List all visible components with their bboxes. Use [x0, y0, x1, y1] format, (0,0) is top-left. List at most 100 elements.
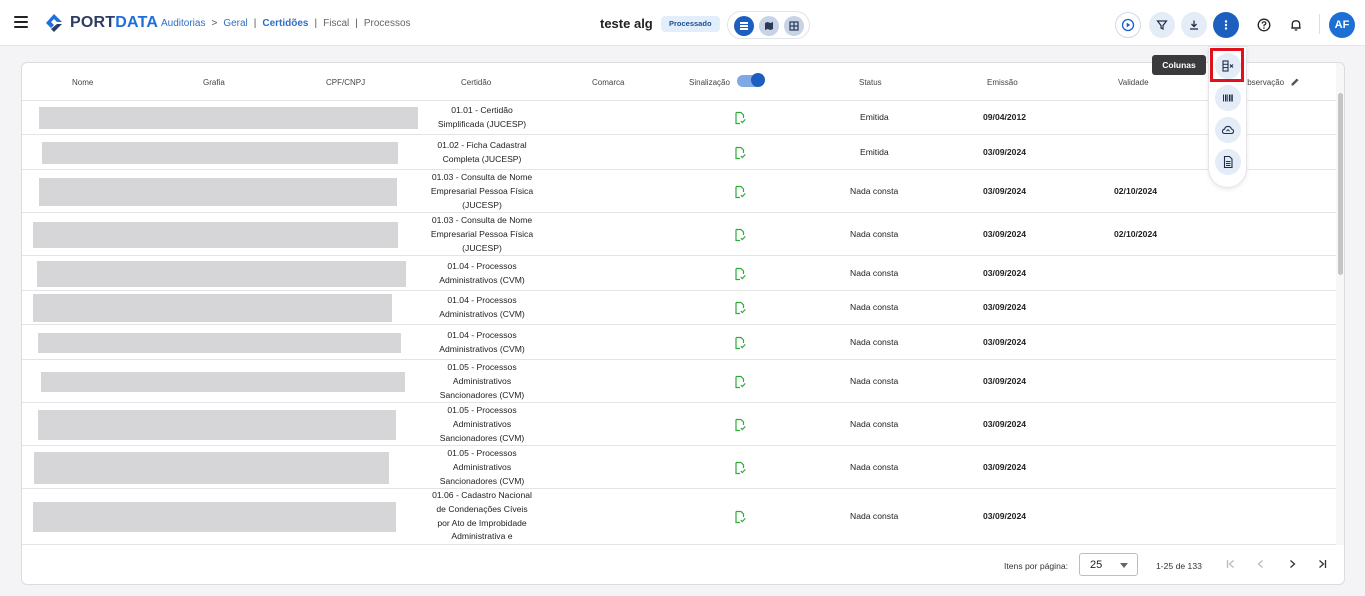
breadcrumb-item-processos[interactable]: Processos: [364, 18, 411, 29]
certidao-line: 01.04 - Processos: [447, 261, 517, 271]
next-page-icon[interactable]: [1285, 557, 1299, 571]
redacted-name-block: [39, 178, 397, 206]
table-row[interactable]: 01.04 - Processos Administrativos (CVM) Na…: [22, 256, 1336, 291]
barcode-icon: [1223, 94, 1233, 102]
last-page-icon[interactable]: [1315, 557, 1329, 571]
page-title: teste alg: [600, 16, 653, 31]
map-view-icon[interactable]: [759, 16, 779, 36]
certidao-line: Administrativos: [452, 418, 512, 429]
play-icon[interactable]: [1115, 12, 1141, 38]
table-header: Nome Grafia CPF/CNPJ Certidão Comarca Si…: [22, 63, 1336, 101]
breadcrumb-item-certid-es[interactable]: Certidões: [262, 18, 308, 29]
status-cell: Nada consta: [850, 462, 899, 472]
status-cell: Nada consta: [850, 229, 899, 239]
certidao-cell: 01.03 - Consulta de Nome Empresarial Pess…: [417, 171, 547, 212]
table-row[interactable]: 01.01 - Certidão Simplificada (JUCESP) Emi…: [22, 101, 1336, 135]
hamburger-icon[interactable]: [14, 16, 28, 28]
breadcrumb-item-auditorias[interactable]: Auditorias: [161, 18, 205, 29]
vertical-scrollbar[interactable]: [1336, 63, 1344, 545]
document-check-icon[interactable]: [733, 267, 747, 281]
table-row[interactable]: 01.04 - Processos Administrativos (CVM) Na…: [22, 291, 1336, 325]
column-header-validade[interactable]: Validade: [1118, 78, 1149, 87]
column-header-nome[interactable]: Nome: [72, 78, 93, 87]
column-header-status[interactable]: Status: [859, 78, 882, 87]
status-cell: Nada consta: [850, 376, 899, 386]
column-header-sinalizacao[interactable]: Sinalização: [689, 78, 730, 87]
certidao-line: por Ato de Improbidade: [437, 517, 527, 528]
validade-cell: 02/10/2024: [1114, 186, 1158, 196]
breadcrumb-separator: |: [314, 18, 318, 29]
table-row[interactable]: 01.03 - Consulta de Nome Empresarial Pess…: [22, 213, 1336, 256]
column-header-grafia[interactable]: Grafia: [203, 78, 225, 87]
certidao-line: 01.05 - Processos: [447, 362, 517, 372]
breadcrumb-item-geral[interactable]: Geral: [223, 18, 247, 29]
validade-cell: 02/10/2024: [1114, 229, 1158, 239]
document-check-icon[interactable]: [733, 301, 747, 315]
table-row[interactable]: 01.05 - Processos Administrativos Sanciona…: [22, 403, 1336, 446]
emissao-cell: 03/09/2024: [983, 229, 1027, 239]
certidao-line: 01.03 - Consulta de Nome: [431, 215, 533, 225]
document-check-icon[interactable]: [733, 510, 747, 524]
certidao-line: Simplificada (JUCESP): [437, 118, 527, 129]
redacted-name-block: [37, 261, 406, 287]
logo[interactable]: PORTDATA: [44, 12, 158, 34]
certidao-cell: 01.03 - Consulta de Nome Empresarial Pess…: [417, 214, 547, 255]
status-cell: Nada consta: [850, 419, 899, 429]
document-check-icon[interactable]: [733, 418, 747, 432]
status-cell: Nada consta: [850, 186, 899, 196]
redacted-name-block: [38, 333, 401, 353]
grid-view-icon[interactable]: [784, 16, 804, 36]
page-size-select[interactable]: 25: [1079, 553, 1138, 576]
page-range: 1-25 de 133: [1156, 561, 1202, 571]
sinalizacao-toggle[interactable]: [737, 73, 765, 87]
redacted-name-block: [33, 502, 396, 532]
avatar[interactable]: AF: [1329, 12, 1355, 38]
certidao-cell: 01.04 - Processos Administrativos (CVM): [417, 260, 547, 288]
logo-text: PORTDATA: [70, 14, 159, 31]
bell-icon[interactable]: [1283, 12, 1309, 38]
edit-pencil-icon[interactable]: [1290, 77, 1300, 87]
pagination: Itens por página: 25 1-25 de 133: [22, 545, 1344, 584]
table-row[interactable]: 01.06 - Cadastro Nacional de Condenações …: [22, 489, 1336, 545]
certidao-cell: 01.01 - Certidão Simplificada (JUCESP): [417, 104, 547, 132]
portdata-logo-icon: [46, 14, 62, 32]
document-check-icon[interactable]: [733, 336, 747, 350]
download-icon[interactable]: [1181, 12, 1207, 38]
column-header-comarca[interactable]: Comarca: [592, 78, 624, 87]
barcode-button[interactable]: [1215, 85, 1241, 111]
column-header-certidao[interactable]: Certidão: [461, 78, 491, 87]
certidao-line: Completa (JUCESP): [442, 153, 522, 164]
column-header-cpf-cnpj[interactable]: CPF/CNPJ: [326, 78, 365, 87]
breadcrumb-item-fiscal[interactable]: Fiscal: [323, 18, 349, 29]
table-row[interactable]: 01.04 - Processos Administrativos (CVM) Na…: [22, 325, 1336, 360]
table-row[interactable]: 01.05 - Processos Administrativos Sanciona…: [22, 360, 1336, 403]
table-row[interactable]: 01.02 - Ficha Cadastral Completa (JUCESP)…: [22, 135, 1336, 170]
document-check-icon[interactable]: [733, 375, 747, 389]
first-page-icon[interactable]: [1224, 557, 1238, 571]
column-header-observacao[interactable]: Observação: [1241, 78, 1284, 87]
previous-page-icon[interactable]: [1254, 557, 1268, 571]
certidao-line: Administrativos (CVM): [439, 274, 525, 285]
chevron-down-icon: [1120, 563, 1128, 568]
emissao-cell: 03/09/2024: [983, 511, 1027, 521]
scrollbar-thumb[interactable]: [1338, 93, 1343, 275]
list-view-icon[interactable]: [734, 16, 754, 36]
cloud-upload-button[interactable]: [1215, 117, 1241, 143]
table-row[interactable]: 01.03 - Consulta de Nome Empresarial Pess…: [22, 170, 1336, 213]
more-vertical-icon[interactable]: [1213, 12, 1239, 38]
filter-icon[interactable]: [1149, 12, 1175, 38]
document-check-icon[interactable]: [733, 228, 747, 242]
help-icon[interactable]: [1251, 12, 1277, 38]
table-row[interactable]: 01.05 - Processos Administrativos Sanciona…: [22, 446, 1336, 489]
document-check-icon[interactable]: [733, 146, 747, 160]
document-check-icon[interactable]: [733, 461, 747, 475]
document-check-icon[interactable]: [733, 111, 747, 125]
document-check-icon[interactable]: [733, 185, 747, 199]
certidao-line: Empresarial Pessoa Física: [430, 228, 534, 239]
document-button[interactable]: [1215, 149, 1241, 175]
certidao-line: Administrativos: [452, 461, 512, 472]
emissao-cell: 03/09/2024: [983, 302, 1027, 312]
certidao-cell: 01.06 - Cadastro Nacional de Condenações …: [417, 489, 547, 544]
column-header-emissao[interactable]: Emissão: [987, 78, 1018, 87]
certificates-table-card: Nome Grafia CPF/CNPJ Certidão Comarca Si…: [21, 62, 1345, 585]
